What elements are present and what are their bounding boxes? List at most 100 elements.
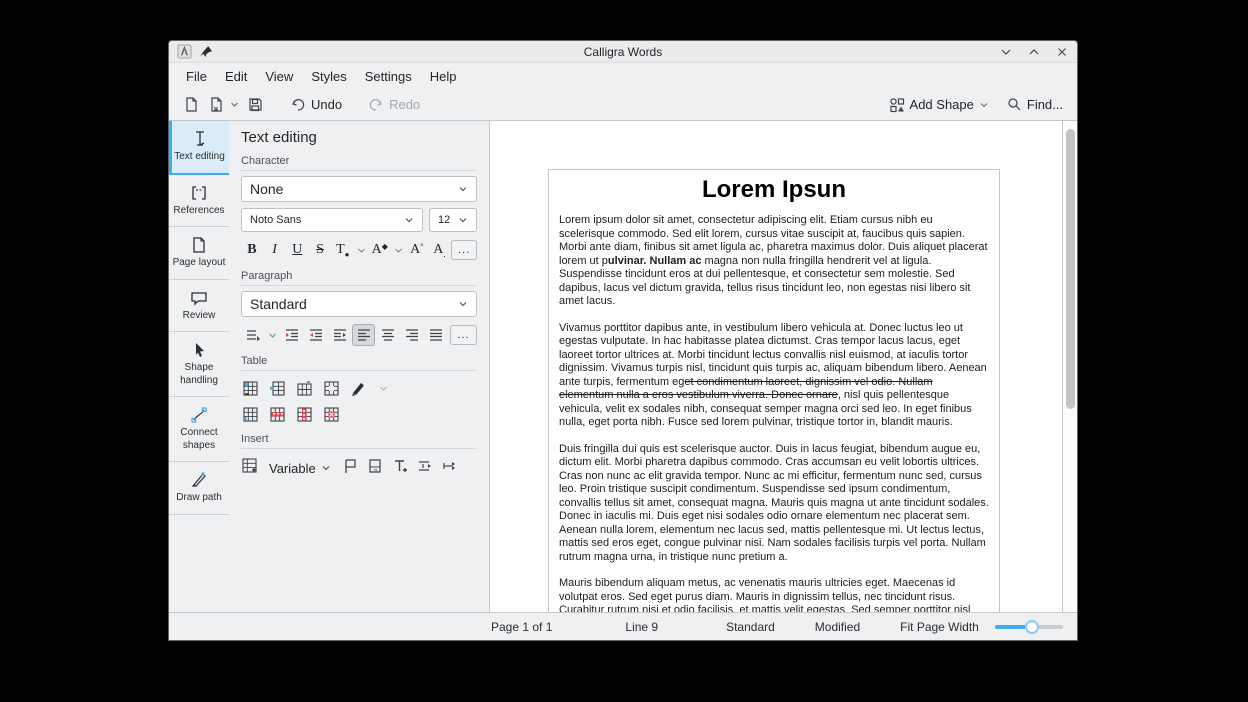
minimize-button[interactable]	[999, 45, 1013, 59]
maximize-button[interactable]	[1027, 45, 1041, 59]
list-style-chevron-icon[interactable]	[265, 324, 279, 346]
character-style-select[interactable]: None	[241, 176, 477, 202]
sidebar-item-label: Connect shapes	[171, 427, 227, 452]
underline-button[interactable]: U	[286, 239, 308, 261]
list-style-button[interactable]	[241, 324, 264, 346]
decrease-indent-button[interactable]	[304, 324, 327, 346]
add-shape-label: Add Shape	[910, 97, 974, 112]
insert-text-button[interactable]	[392, 458, 408, 479]
sidebar-item-text-editing[interactable]: Text editing	[169, 121, 229, 175]
paragraph-style-select[interactable]: Standard	[241, 291, 477, 317]
merge-cells-button[interactable]	[322, 379, 341, 398]
insert-bookmark-button[interactable]	[342, 458, 358, 479]
new-document-icon	[183, 96, 200, 113]
save-button[interactable]	[243, 92, 268, 117]
italic-button[interactable]: I	[264, 239, 286, 261]
align-left-button[interactable]	[352, 324, 375, 346]
new-document-button[interactable]	[179, 92, 204, 117]
sidebar-item-connect-shapes[interactable]: Connect shapes	[169, 397, 229, 462]
align-justify-button[interactable]	[424, 324, 447, 346]
menu-styles[interactable]: Styles	[302, 66, 355, 87]
menu-file[interactable]: File	[177, 66, 216, 87]
menu-help[interactable]: Help	[421, 66, 466, 87]
document-page[interactable]: Lorem Ipsun Lorem ipsum dolor sit amet, …	[548, 169, 1000, 612]
document-paragraph: Vivamus porttitor dapibus ante, in vesti…	[559, 322, 989, 430]
page-layout-icon	[190, 236, 208, 254]
text-color-chevron-icon[interactable]	[355, 239, 368, 261]
sidebar-item-review[interactable]: Review	[169, 280, 229, 333]
font-size-value: 12	[438, 214, 450, 226]
font-size-select[interactable]: 12	[429, 208, 477, 232]
section-paragraph: Paragraph	[241, 270, 477, 286]
increase-indent-button[interactable]	[280, 324, 303, 346]
vertical-scrollbar[interactable]	[1062, 121, 1077, 612]
insert-table-of-contents-button[interactable]	[241, 457, 258, 479]
insert-index-marker-button[interactable]	[442, 458, 458, 479]
statusbar-page[interactable]: Page 1 of 1	[491, 620, 552, 634]
find-button[interactable]: Find...	[1003, 93, 1067, 116]
insert-table-button[interactable]	[241, 379, 260, 398]
insert-column-button[interactable]	[295, 379, 314, 398]
shrink-font-button[interactable]: A.	[429, 239, 451, 261]
menu-edit[interactable]: Edit	[216, 66, 256, 87]
sidebar-item-page-layout[interactable]: Page layout	[169, 227, 229, 280]
document-viewport[interactable]: Lorem Ipsun Lorem ipsum dolor sit amet, …	[490, 121, 1062, 612]
bold-button[interactable]: B	[241, 239, 263, 261]
border-pen-chevron-icon[interactable]	[376, 377, 390, 399]
save-icon	[247, 96, 264, 113]
undo-button[interactable]: Undo	[286, 93, 346, 117]
highlight-color-button[interactable]: A◆	[369, 239, 391, 261]
border-pen-button[interactable]	[349, 379, 368, 398]
delete-table-button[interactable]	[322, 405, 341, 424]
text-editing-icon	[191, 130, 209, 148]
font-family-select[interactable]: Noto Sans	[241, 208, 423, 232]
open-document-button[interactable]	[204, 92, 243, 117]
open-document-icon	[208, 96, 225, 113]
highlight-color-chevron-icon[interactable]	[392, 239, 405, 261]
variable-label: Variable	[269, 461, 316, 476]
grow-font-button[interactable]: A°	[406, 239, 428, 261]
redo-button[interactable]: Redo	[364, 93, 424, 117]
sidebar-item-references[interactable]: References	[169, 175, 229, 228]
add-shape-button[interactable]: Add Shape	[885, 93, 993, 117]
statusbar-zoom-mode[interactable]: Fit Page Width	[900, 620, 979, 634]
align-right-button[interactable]	[400, 324, 423, 346]
sidebar-item-shape-handling[interactable]: Shape handling	[169, 332, 229, 397]
zoom-slider-handle[interactable]	[1025, 620, 1039, 634]
text-segment: Duis fringilla dui quis est scelerisque …	[559, 443, 989, 563]
calligra-words-window: Calligra Words File Edit View Styles Set…	[168, 40, 1078, 641]
pin-icon[interactable]	[200, 45, 213, 58]
statusbar-style[interactable]: Standard	[726, 620, 775, 634]
strikethrough-button[interactable]: S	[309, 239, 331, 261]
statusbar-line[interactable]: Line 9	[625, 620, 658, 634]
insert-tab-button[interactable]	[417, 458, 433, 479]
sidebar-item-draw-path[interactable]: Draw path	[169, 462, 229, 515]
insert-row-button[interactable]	[268, 379, 287, 398]
change-text-direction-button[interactable]	[328, 324, 351, 346]
close-button[interactable]	[1055, 45, 1069, 59]
insert-page-break-button[interactable]	[367, 458, 383, 479]
scrollbar-thumb[interactable]	[1066, 129, 1075, 409]
paragraph-more-button[interactable]: ...	[450, 325, 477, 345]
delete-column-button[interactable]	[295, 405, 314, 424]
undo-icon	[290, 97, 306, 113]
menu-view[interactable]: View	[256, 66, 302, 87]
chevron-down-icon	[458, 299, 468, 309]
menubar: File Edit View Styles Settings Help	[169, 63, 1077, 89]
menu-settings[interactable]: Settings	[356, 66, 421, 87]
sidebar-item-label: Draw path	[176, 492, 222, 505]
align-center-button[interactable]	[376, 324, 399, 346]
text-color-button[interactable]: T●	[332, 239, 354, 261]
undo-label: Undo	[311, 97, 342, 112]
sidebar-item-label: References	[173, 205, 224, 218]
statusbar-modified[interactable]: Modified	[815, 620, 860, 634]
split-cells-button[interactable]	[241, 405, 260, 424]
character-more-button[interactable]: ...	[451, 240, 477, 260]
chevron-down-icon	[458, 215, 468, 225]
titlebar[interactable]: Calligra Words	[169, 41, 1077, 63]
zoom-slider[interactable]	[995, 619, 1063, 635]
insert-variable-button[interactable]: Variable	[267, 459, 333, 478]
chevron-down-icon	[458, 184, 468, 194]
delete-row-button[interactable]	[268, 405, 287, 424]
sidebar-item-label: Page layout	[173, 257, 226, 270]
